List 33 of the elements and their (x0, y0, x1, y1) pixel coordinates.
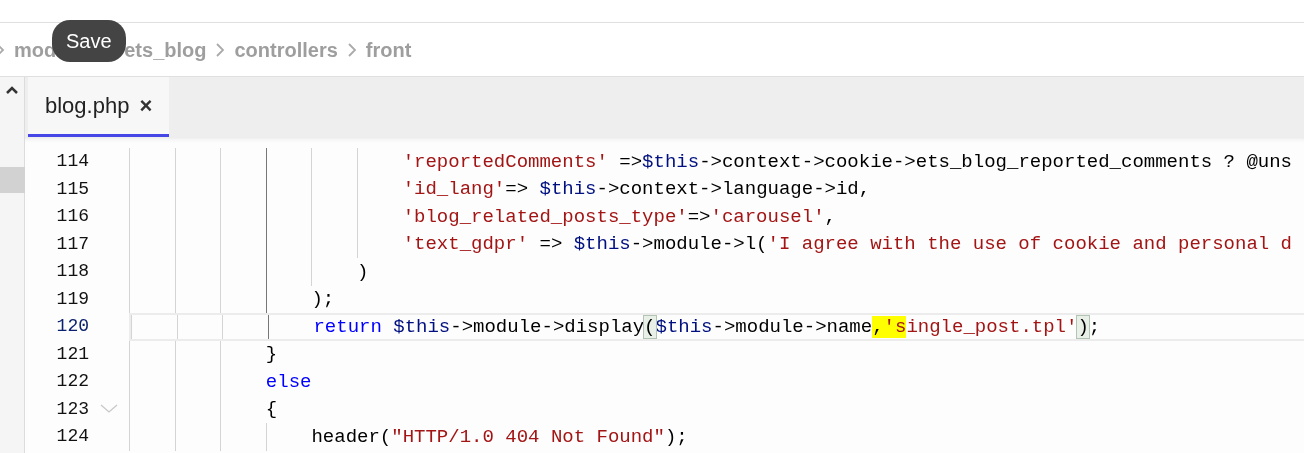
line-number: 121 (55, 342, 89, 366)
breadcrumb-link[interactable]: front (365, 34, 412, 65)
code-line: 'blog_related_posts_type'=>'carousel', (129, 203, 1304, 231)
line-number: 124 (55, 425, 89, 449)
line-number: 122 (55, 370, 89, 394)
line-number: 120 (55, 315, 89, 339)
code-line: ) (129, 258, 1304, 286)
breadcrumb-link[interactable]: ets_blog (124, 34, 207, 65)
chevron-right-icon (346, 41, 357, 58)
line-number: 123 (55, 397, 89, 421)
code-line: else (129, 368, 1304, 396)
line-number: 118 (55, 260, 89, 284)
breadcrumb-link[interactable]: controllers (234, 34, 338, 65)
tab-label: blog.php (45, 92, 130, 120)
code-line: 'text_gdpr' => $this->module->l('I agree with the use of cookie and personal d (129, 230, 1304, 258)
line-number: 116 (55, 205, 89, 229)
code-line: header("HTTP/1.0 404 Not Found"); (129, 423, 1304, 451)
chevron-right-icon (215, 41, 226, 58)
close-tab-button[interactable]: × (139, 89, 153, 122)
line-number: 114 (55, 150, 89, 174)
fold-chevron-icon[interactable] (100, 404, 118, 415)
line-number: 115 (55, 177, 89, 201)
code-line: } (129, 340, 1304, 368)
line-number: 117 (55, 232, 89, 256)
file-tab[interactable]: blog.php × (28, 77, 170, 137)
code-line: { (129, 395, 1304, 423)
code-line: ); (129, 285, 1304, 313)
collapse-up-icon[interactable] (5, 85, 19, 95)
code-line: return $this->module->display($this->module->name,'single_post.tpl'); (129, 313, 1304, 341)
line-number: 119 (55, 287, 89, 311)
code-line: 'reportedComments' =>$this->context->cookie->ets_blog_reported_comments ? @uns (129, 148, 1304, 176)
scroll-thumb[interactable] (0, 167, 25, 193)
code-line: 'id_lang'=> $this->context->language->id, (129, 175, 1304, 203)
